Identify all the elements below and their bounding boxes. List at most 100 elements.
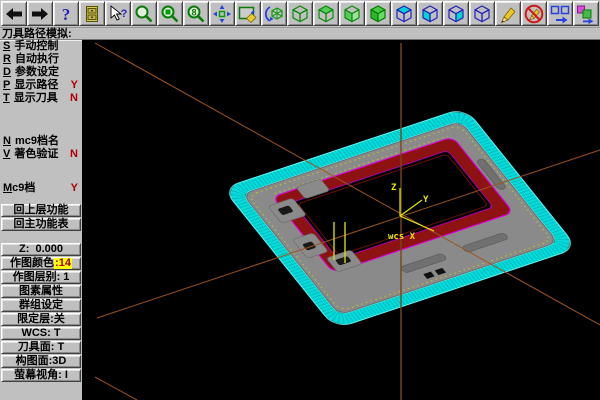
- status-button-3d[interactable]: 构图面:3D: [1, 355, 81, 368]
- status-panel: Z: 0.000作图颜色:14作图层别: 1图素属性群组设定限定层:关WCS: …: [0, 243, 82, 382]
- status-label: 萤幕视角: I: [14, 370, 68, 381]
- pencil-prohibited-icon: [523, 4, 545, 24]
- y-axis-label: Y: [423, 195, 429, 205]
- shortcut-key: M: [3, 182, 12, 195]
- status-button-t[interactable]: 刀具面: T: [1, 341, 81, 354]
- forward-button[interactable]: [27, 1, 53, 26]
- graphics-viewport[interactable]: Z Y wcs X: [82, 40, 600, 400]
- status-button-[interactable]: 作图颜色:14: [1, 257, 81, 270]
- repaint-button[interactable]: [235, 1, 261, 26]
- cube-blue-front-face-icon: [419, 4, 441, 24]
- squares-arrow-icon: [549, 4, 571, 24]
- screen-next-button[interactable]: [547, 1, 573, 26]
- menu-title: 刀具路径模拟:: [0, 28, 82, 40]
- analyze-button[interactable]: ?: [105, 1, 131, 26]
- cplane-side-button[interactable]: [443, 1, 469, 26]
- shortcut-key: T: [3, 92, 10, 105]
- cube-blue-wireframe-icon: [471, 4, 493, 24]
- arrow-right-icon: [29, 4, 51, 24]
- x-axis-label: wcs X: [388, 232, 416, 242]
- shortcut-key: V: [3, 148, 10, 161]
- toolbar: ?? 8: [0, 0, 600, 28]
- cplane-top-button[interactable]: [391, 1, 417, 26]
- menu-item-label: 显示刀具: [14, 92, 58, 105]
- zoom-out-08-button[interactable]: 8: [183, 1, 209, 26]
- screen-brush-icon: [237, 4, 259, 24]
- status-label: 刀具面: T: [18, 342, 64, 353]
- menu-nav-buttons: 回上层功能回主功能表: [0, 204, 82, 231]
- gview-top-button[interactable]: [313, 1, 339, 26]
- zoom-window-button[interactable]: [131, 1, 157, 26]
- menu-item-label: c9档: [12, 182, 35, 195]
- cursor-question-icon: ?: [107, 4, 129, 24]
- colored-squares-arrow-icon: [575, 4, 597, 24]
- menu-item-D[interactable]: D参数设定: [0, 66, 82, 79]
- viewport-canvas: Z Y wcs X: [82, 40, 600, 400]
- menu-items: S手动控制R自动执行D参数设定P显示路径YT显示刀具NNmc9档名V著色验证NM…: [0, 40, 82, 195]
- shortcut-key: S: [3, 40, 10, 53]
- file-manager-button[interactable]: [79, 1, 105, 26]
- cplane-3d-button[interactable]: [469, 1, 495, 26]
- fit-screen-button[interactable]: [209, 1, 235, 26]
- magnifier-icon: [133, 4, 155, 24]
- help-button[interactable]: ?: [53, 1, 79, 26]
- menu-item-P[interactable]: P显示路径Y: [0, 79, 82, 92]
- menu-item-V[interactable]: V 著色验证 N: [0, 148, 82, 161]
- svg-text:?: ?: [62, 5, 71, 24]
- menu-item-value: N: [70, 148, 78, 161]
- menu-item-N[interactable]: Nmc9档名: [0, 135, 82, 148]
- cube-green-top-face-icon: [315, 4, 337, 24]
- menu-item-label: mc9档名: [15, 135, 59, 148]
- status-label: 构图面:3D: [16, 356, 67, 367]
- main-menu-button[interactable]: 回主功能表: [1, 218, 81, 231]
- gview-isometric-button[interactable]: [287, 1, 313, 26]
- question-mark-icon: ?: [55, 4, 77, 24]
- svg-text:?: ?: [121, 8, 128, 20]
- gview-side-button[interactable]: [365, 1, 391, 26]
- model-3d[interactable]: [223, 108, 578, 329]
- menu-item-R[interactable]: R自动执行: [0, 53, 82, 66]
- cplane-front-button[interactable]: [417, 1, 443, 26]
- sidebar-menu: 刀具路径模拟: S手动控制R自动执行D参数设定P显示路径YT显示刀具NNmc9档…: [0, 28, 82, 400]
- shortcut-key: D: [3, 66, 11, 79]
- menu-item-label: 自动执行: [15, 53, 59, 66]
- status-label: 作图颜色: [10, 258, 54, 269]
- shortcut-key: P: [3, 79, 10, 92]
- status-button-z0000[interactable]: Z: 0.000: [1, 243, 81, 256]
- color-swatch: :14: [54, 258, 72, 269]
- menu-item-value: Y: [71, 182, 78, 195]
- screen-combine-button[interactable]: [573, 1, 599, 26]
- cube-green-solid-icon: [367, 4, 389, 24]
- gview-front-button[interactable]: [339, 1, 365, 26]
- z-axis-label: Z: [391, 183, 397, 193]
- draw-button[interactable]: [495, 1, 521, 26]
- magnifier-8-icon: 8: [185, 4, 207, 24]
- menu-item-T[interactable]: T 显示刀具 N: [0, 92, 82, 105]
- status-button-[interactable]: 群组设定: [1, 299, 81, 312]
- menu-item-S[interactable]: S 手动控制: [0, 40, 82, 53]
- cube-blue-side-face-icon: [445, 4, 467, 24]
- svg-text:8: 8: [191, 7, 196, 17]
- menu-item-label: 手动控制: [14, 40, 58, 53]
- blank-screen-button[interactable]: [521, 1, 547, 26]
- cube-rotate-arrow-icon: [263, 4, 285, 24]
- dynamic-rotate-button[interactable]: [261, 1, 287, 26]
- status-label: 限定层:关: [17, 314, 65, 325]
- magnifier-square-icon: [159, 4, 181, 24]
- back-menu-button[interactable]: 回上层功能: [1, 204, 81, 217]
- back-button[interactable]: [1, 1, 27, 26]
- menu-item-M[interactable]: Mc9档 Y: [0, 182, 82, 195]
- status-button-i[interactable]: 萤幕视角: I: [1, 369, 81, 382]
- cube-green-front-face-icon: [341, 4, 363, 24]
- status-button-1[interactable]: 作图层别: 1: [1, 271, 81, 284]
- drawer-cabinet-icon: [81, 4, 103, 24]
- menu-item-label: 显示路径: [14, 79, 58, 92]
- status-button-[interactable]: 限定层:关: [1, 313, 81, 326]
- status-button-wcst[interactable]: WCS: T: [1, 327, 81, 340]
- zoom-target-button[interactable]: [157, 1, 183, 26]
- shortcut-key: N: [3, 135, 11, 148]
- menu-item-value: N: [70, 92, 78, 105]
- status-button-[interactable]: 图素属性: [1, 285, 81, 298]
- pencil-icon: [497, 4, 519, 24]
- menu-item-label: 著色验证: [14, 148, 58, 161]
